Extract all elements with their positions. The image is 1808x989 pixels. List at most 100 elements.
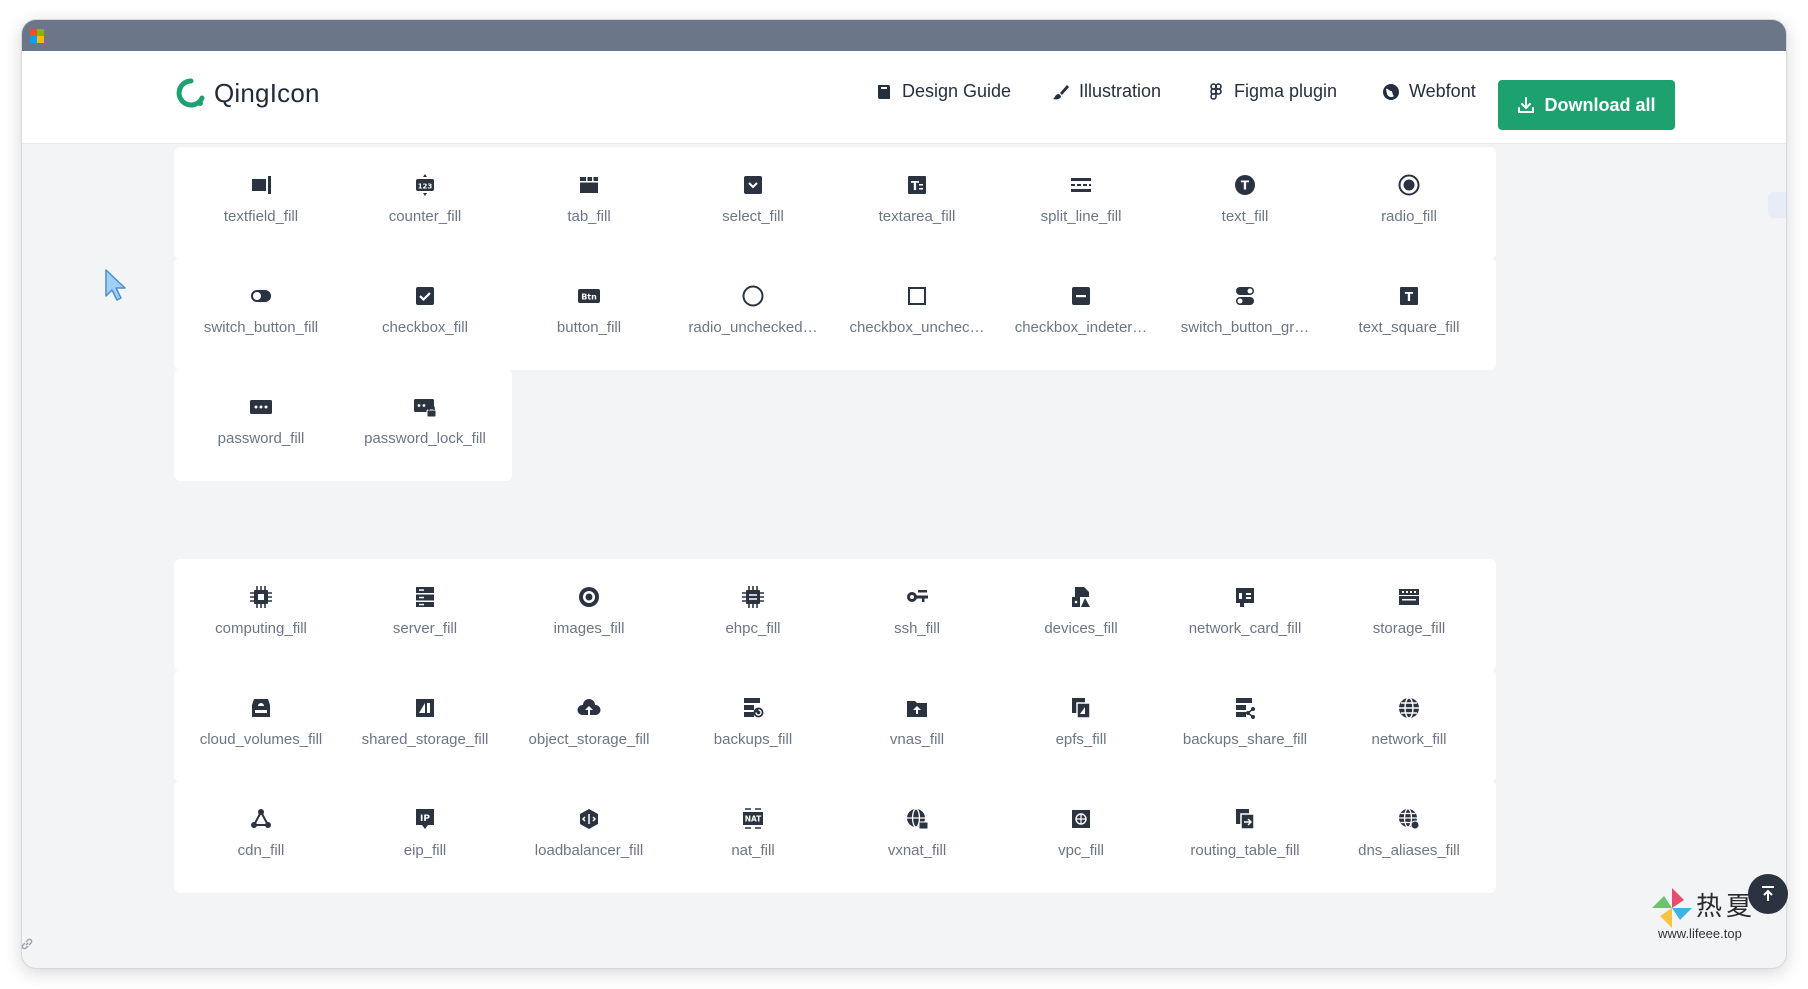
icon-card-label: checkbox_indeter… (1014, 319, 1148, 336)
icon-card[interactable]: shared_storage_fill (338, 670, 512, 782)
icon-card[interactable]: loadbalancer_fill (502, 781, 676, 893)
windows-logo-icon (30, 29, 44, 43)
icon-card[interactable]: network_fill (1322, 670, 1496, 782)
figma-icon (1207, 82, 1225, 101)
book-icon (875, 83, 893, 101)
icon-card[interactable]: backups_share_fill (1158, 670, 1332, 782)
icon-card-label: cloud_volumes_fill (199, 731, 323, 748)
globe-network-icon (1395, 694, 1423, 722)
icon-card[interactable]: checkbox_indeter… (994, 258, 1168, 370)
select-icon (739, 171, 767, 199)
svg-text:NAT: NAT (745, 815, 762, 824)
icon-card[interactable]: IP eip_fill (338, 781, 512, 893)
nav-illustration[interactable]: Illustration (1052, 81, 1161, 102)
icon-card[interactable]: NAT nat_fill (666, 781, 840, 893)
icon-card[interactable]: vnas_fill (830, 670, 1004, 782)
icon-card[interactable]: network_card_fill (1158, 559, 1332, 671)
icon-card-label: text_fill (1221, 208, 1269, 225)
password-lock-icon (411, 393, 439, 421)
icon-card-label: eip_fill (403, 842, 447, 859)
icon-card[interactable]: dns_aliases_fill (1322, 781, 1496, 893)
storage-icon (1395, 583, 1423, 611)
icon-card-label: vpc_fill (1058, 842, 1104, 859)
icon-card[interactable]: tab_fill (502, 147, 676, 259)
download-icon (1517, 96, 1535, 114)
icon-card[interactable]: radio_unchecked… (666, 258, 840, 370)
checkbox-icon (411, 282, 439, 310)
icon-card[interactable]: routing_table_fill (1158, 781, 1332, 893)
network-card-icon (1231, 583, 1259, 611)
icon-card[interactable]: computing_fill (174, 559, 348, 671)
nav-label: Figma plugin (1234, 81, 1338, 101)
dns-aliases-icon (1395, 805, 1423, 833)
icon-card-label: ssh_fill (894, 620, 940, 637)
icon-card-label: backups_fill (713, 731, 793, 748)
icon-card[interactable]: Ttext_square_fill (1322, 258, 1496, 370)
icon-card[interactable]: images_fill (502, 559, 676, 671)
icon-card[interactable]: backups_fill (666, 670, 840, 782)
icon-card[interactable]: vxnat_fill (830, 781, 1004, 893)
icon-card[interactable]: epfs_fill (994, 670, 1168, 782)
nav-webfont[interactable]: Webfont (1382, 81, 1476, 102)
icon-card[interactable]: password_fill (174, 369, 348, 481)
epfs-icon (1067, 694, 1095, 722)
arrow-up-icon (1762, 886, 1774, 901)
icon-card[interactable]: checkbox_unchec… (830, 258, 1004, 370)
eip-icon: IP (411, 805, 439, 833)
qingicon-logo-icon (174, 76, 208, 110)
server-icon (411, 583, 439, 611)
nav-figma-plugin[interactable]: Figma plugin (1207, 81, 1337, 102)
icon-card[interactable]: select_fill (666, 147, 840, 259)
pinwheel-icon (1652, 888, 1692, 928)
icon-card[interactable]: vpc_fill (994, 781, 1168, 893)
vxnat-icon (903, 805, 931, 833)
icon-card-label: dns_aliases_fill (1358, 842, 1460, 859)
disc-icon (575, 583, 603, 611)
icon-card[interactable]: storage_fill (1322, 559, 1496, 671)
icon-card[interactable]: Ttextarea_fill (830, 147, 1004, 259)
icon-card[interactable]: devices_fill (994, 559, 1168, 671)
icon-card[interactable]: server_fill (338, 559, 512, 671)
icon-card-label: password_lock_fill (364, 430, 486, 447)
tab-icon (575, 171, 603, 199)
icon-card-label: select_fill (722, 208, 784, 225)
icon-card[interactable]: textfield_fill (174, 147, 348, 259)
icon-card[interactable]: ehpc_fill (666, 559, 840, 671)
icon-card[interactable]: ssh_fill (830, 559, 1004, 671)
icon-card[interactable]: Ttext_fill (1158, 147, 1332, 259)
icon-card-label: radio_fill (1381, 208, 1437, 225)
title-bar (22, 20, 1786, 51)
icon-card-label: tab_fill (567, 208, 611, 225)
nav-design-guide[interactable]: Design Guide (875, 81, 1011, 102)
icon-card-label: textarea_fill (878, 208, 956, 225)
icon-card[interactable]: switch_button_gr… (1158, 258, 1332, 370)
icon-card[interactable]: radio_fill (1322, 147, 1496, 259)
back-to-top-button[interactable] (1748, 874, 1788, 914)
brand-logo[interactable]: QingIcon (174, 73, 320, 113)
svg-text:T: T (911, 179, 920, 193)
icon-card[interactable]: split_line_fill (994, 147, 1168, 259)
download-all-button[interactable]: Download all (1498, 80, 1675, 130)
icon-card-label: button_fill (556, 319, 622, 336)
icon-gallery: textfield_fill 123 counter_fill tab_fill sel… (22, 144, 1786, 968)
icon-card[interactable]: cdn_fill (174, 781, 348, 893)
icon-card[interactable]: password_lock_fill (338, 369, 512, 481)
icon-card[interactable]: Btn button_fill (502, 258, 676, 370)
side-feedback-tab[interactable] (1768, 192, 1786, 218)
icon-card[interactable]: checkbox_fill (338, 258, 512, 370)
svg-text:IP: IP (420, 814, 430, 824)
download-all-label: Download all (1544, 94, 1656, 115)
password-icon (247, 393, 275, 421)
backups-share-icon (1231, 694, 1259, 722)
text-square-icon: T (1395, 282, 1423, 310)
checkbox-unchecked-icon (903, 282, 931, 310)
nat-icon: NAT (739, 805, 767, 833)
icon-card[interactable]: 123 counter_fill (338, 147, 512, 259)
checkbox-indeterminate-icon (1067, 282, 1095, 310)
icon-card[interactable]: switch_button_fill (174, 258, 348, 370)
button-icon: Btn (575, 282, 603, 310)
nav-label: Design Guide (902, 81, 1012, 101)
icon-card[interactable]: object_storage_fill (502, 670, 676, 782)
icon-card[interactable]: cloud_volumes_fill (174, 670, 348, 782)
vnas-folder-icon (903, 694, 931, 722)
